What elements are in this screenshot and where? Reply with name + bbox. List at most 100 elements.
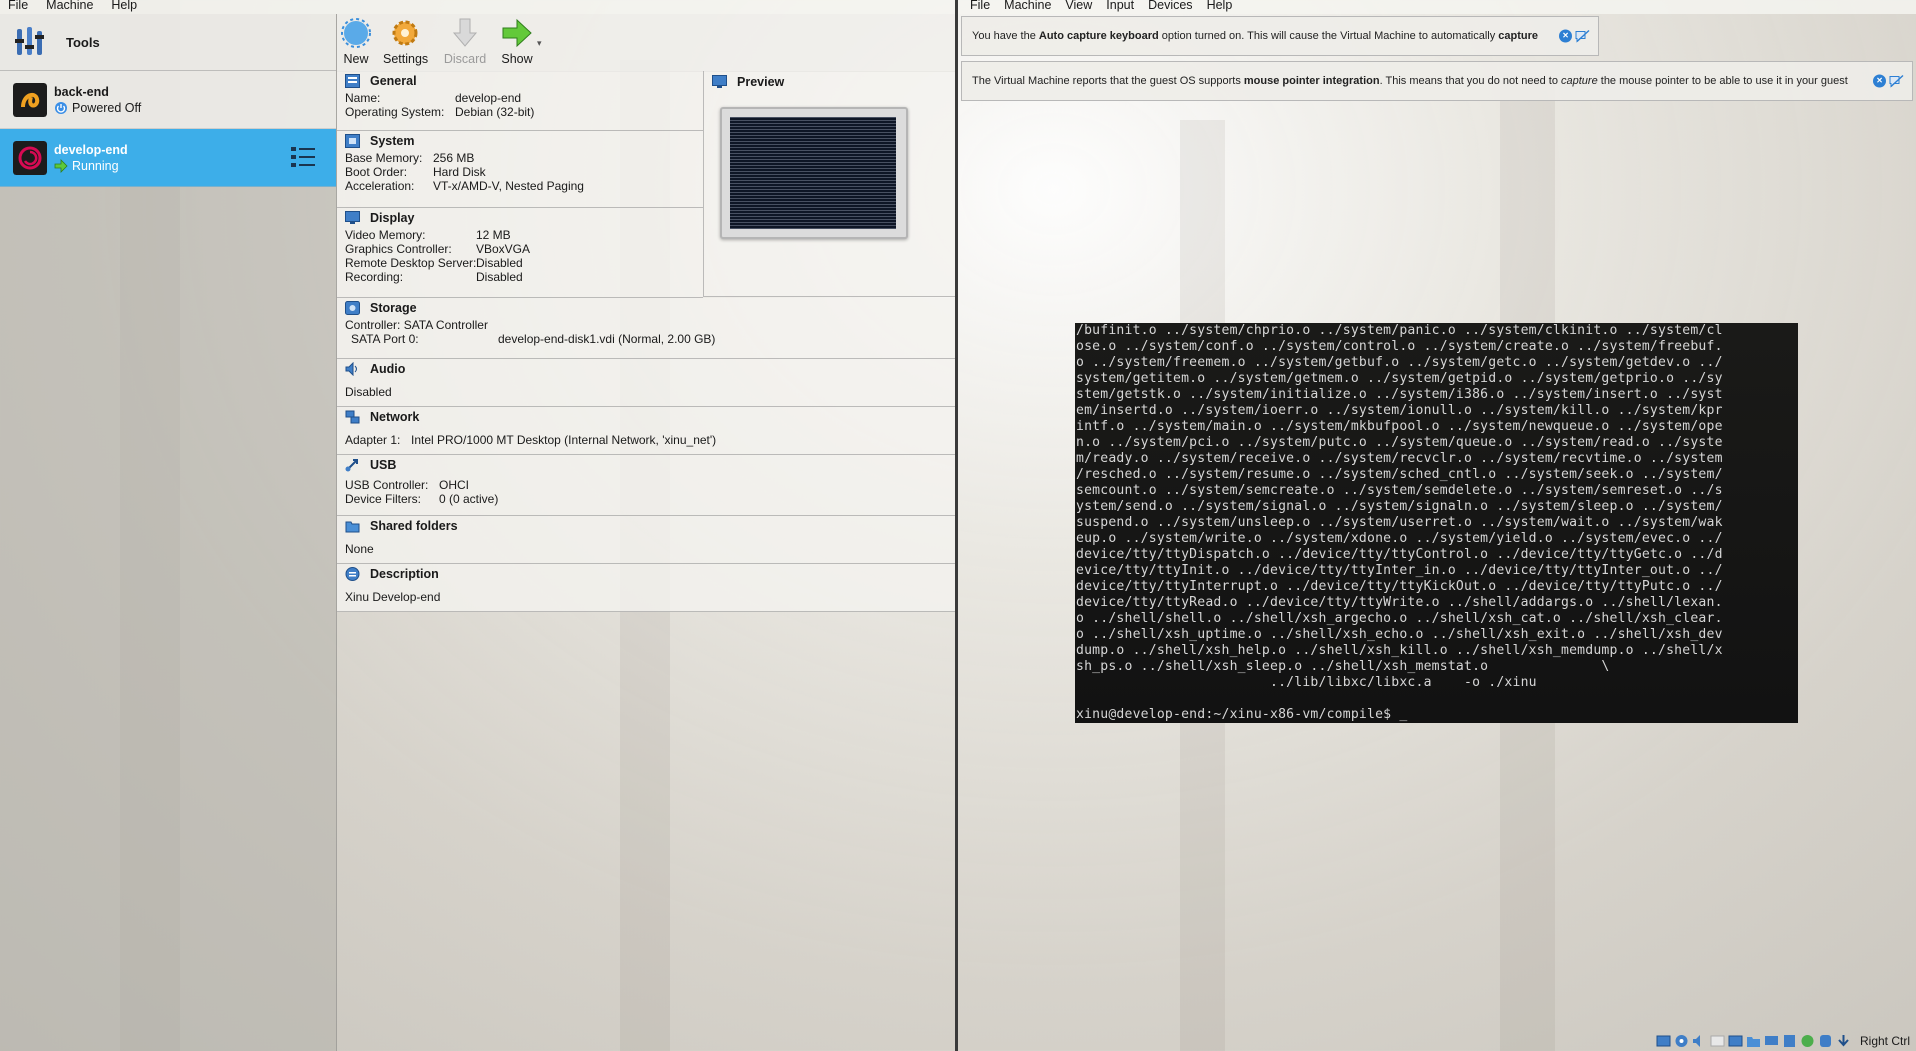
recording-key: Recording: <box>345 270 404 284</box>
running-arrow-icon <box>54 158 68 173</box>
vm-menu-view[interactable]: View <box>1065 0 1092 14</box>
vm-item-back-end[interactable]: back-end Powered Off <box>0 71 336 129</box>
preview-thumbnail[interactable] <box>720 107 908 239</box>
usb-title: USB <box>370 458 397 472</box>
ubuntu-os-icon <box>13 82 47 117</box>
vm-name: develop-end <box>54 142 128 157</box>
os-value: Debian (32-bit) <box>455 105 535 119</box>
vm-menu-machine[interactable]: Machine <box>1004 0 1051 14</box>
notice-text: You have the Auto capture keyboard optio… <box>972 30 1539 42</box>
recording-status-icon[interactable] <box>1782 1034 1797 1048</box>
console-line: stem/getstk.o ../system/initialize.o ../… <box>1076 387 1723 402</box>
vm-item-develop-end[interactable]: develop-end Running <box>0 129 336 187</box>
adapter-value: Intel PRO/1000 MT Desktop (Internal Netw… <box>411 433 717 447</box>
console-line: xinu@develop-end:~/xinu-x86-vm/compile$ … <box>1076 707 1408 722</box>
new-icon <box>341 18 371 48</box>
settings-button[interactable]: Settings <box>383 17 428 66</box>
console-line: /resched.o ../system/resume.o ../system/… <box>1076 467 1723 482</box>
console-line: ystem/send.o ../system/signal.o ../syste… <box>1076 499 1723 514</box>
video-memory-key: Video Memory: <box>345 228 426 242</box>
boot-order-key: Boot Order: <box>345 165 408 179</box>
console-line: dump.o ../shell/xsh_help.o ../shell/xsh_… <box>1076 643 1723 658</box>
debian-os-icon <box>13 140 47 175</box>
mute-notice-icon[interactable] <box>1889 74 1904 88</box>
console-line: device/tty/ttyInterrupt.o ../device/tty/… <box>1076 579 1723 594</box>
system-section: System Base Memory: 256 MB Boot Order: Har… <box>337 131 703 208</box>
virtualization-status-icon[interactable] <box>1800 1034 1815 1048</box>
console-line: device/tty/ttyDispatch.o ../device/tty/t… <box>1076 547 1723 562</box>
menu-file[interactable]: File <box>8 0 28 14</box>
show-dropdown-chevron-icon[interactable]: ▾ <box>537 38 542 49</box>
sata-port-value: develop-end-disk1.vdi (Normal, 2.00 GB) <box>498 332 716 346</box>
acceleration-key: Acceleration: <box>345 179 415 193</box>
console-line: o ../shell/xsh_uptime.o ../shell/xsh_ech… <box>1076 627 1723 642</box>
display-title: Display <box>370 211 415 225</box>
storage-disk-icon <box>345 301 360 315</box>
folder-icon <box>345 521 360 533</box>
vm-menu-input[interactable]: Input <box>1106 0 1134 14</box>
vm-state-label: Powered Off <box>72 100 142 115</box>
show-arrow-icon <box>502 18 532 48</box>
shared-folders-value: None <box>345 542 374 556</box>
vm-console-screen[interactable]: /bufinit.o ../system/chprio.o ../system/… <box>1075 323 1798 723</box>
console-line: o ../system/freemem.o ../system/getbuf.o… <box>1076 355 1723 370</box>
tools-label: Tools <box>66 34 100 50</box>
name-value: develop-end <box>455 91 522 105</box>
vm-menu-help[interactable]: Help <box>1207 0 1233 14</box>
console-line: sh_ps.o ../shell/xsh_sleep.o ../shell/xs… <box>1076 659 1610 674</box>
preview-monitor-icon <box>712 75 727 88</box>
menu-machine[interactable]: Machine <box>46 0 93 14</box>
close-notice-icon[interactable]: × <box>1559 29 1572 43</box>
settings-gear-icon <box>392 20 418 46</box>
vm-menu-file[interactable]: File <box>970 0 990 14</box>
keyboard-capture-icon[interactable] <box>1836 1034 1851 1048</box>
usb-icon <box>345 459 358 472</box>
shared-folders-title: Shared folders <box>370 519 458 533</box>
usb-section: USB USB Controller: OHCI Device Filters: 0… <box>337 455 956 516</box>
shared-folder-status-icon[interactable] <box>1746 1034 1761 1048</box>
hard-disk-icon[interactable] <box>1656 1034 1671 1048</box>
vm-menu-icon[interactable] <box>290 145 316 169</box>
tools-item[interactable]: Tools <box>0 14 336 71</box>
mute-notice-icon[interactable] <box>1575 29 1590 43</box>
system-chip-icon <box>345 134 360 148</box>
vm-state-label: Running <box>72 158 119 173</box>
vm-list-sidebar: Tools back-end Powered Off develop-end R… <box>0 14 337 1051</box>
optical-drive-icon[interactable] <box>1674 1034 1689 1048</box>
audio-status-icon[interactable] <box>1692 1034 1707 1048</box>
network-status-icon[interactable] <box>1710 1034 1725 1048</box>
console-line: eup.o ../system/write.o ../system/xdone.… <box>1076 531 1723 546</box>
usb-controller-key: USB Controller: <box>345 478 429 492</box>
vm-state: Powered Off <box>54 101 141 115</box>
close-notice-icon[interactable]: × <box>1873 74 1886 88</box>
new-button[interactable]: New <box>339 17 373 66</box>
vm-name: back-end <box>54 84 109 99</box>
keyboard-capture-notice: You have the Auto capture keyboard optio… <box>961 16 1599 56</box>
storage-section: Storage Controller: SATA Controller SATA… <box>337 298 956 359</box>
sata-port-key: SATA Port 0: <box>351 332 419 346</box>
name-key: Name: <box>345 91 381 105</box>
vm-menu-devices[interactable]: Devices <box>1148 0 1192 14</box>
description-section: Description Xinu Develop-end <box>337 564 956 612</box>
usb-controller-value: OHCI <box>439 478 469 492</box>
console-line: evice/tty/ttyInit.o ../device/tty/ttyInt… <box>1076 563 1723 578</box>
discard-button[interactable]: Discard <box>443 17 487 66</box>
console-line: n.o ../system/pci.o ../system/putc.o ../… <box>1076 435 1723 450</box>
menu-help[interactable]: Help <box>111 0 137 14</box>
show-button[interactable]: Show <box>497 17 537 66</box>
preview-screen-image <box>730 117 896 229</box>
display-status-icon[interactable] <box>1764 1034 1779 1048</box>
graphics-controller-key: Graphics Controller: <box>345 242 452 256</box>
show-label: Show <box>501 52 533 66</box>
mouse-integration-icon[interactable] <box>1818 1034 1833 1048</box>
manager-toolbar: New Settings Discard Show ▾ <box>337 14 956 72</box>
usb-status-icon[interactable] <box>1728 1034 1743 1048</box>
storage-title: Storage <box>370 301 417 315</box>
console-line: em/insertd.o ../system/ioerr.o ../system… <box>1076 403 1723 418</box>
description-title: Description <box>370 567 439 581</box>
console-line: intf.o ../system/main.o ../system/mkbufp… <box>1076 419 1723 434</box>
general-section: General Name: develop-end Operating Syste… <box>337 71 703 131</box>
recording-value: Disabled <box>476 270 523 284</box>
mouse-integration-notice: The Virtual Machine reports that the gue… <box>961 61 1913 101</box>
